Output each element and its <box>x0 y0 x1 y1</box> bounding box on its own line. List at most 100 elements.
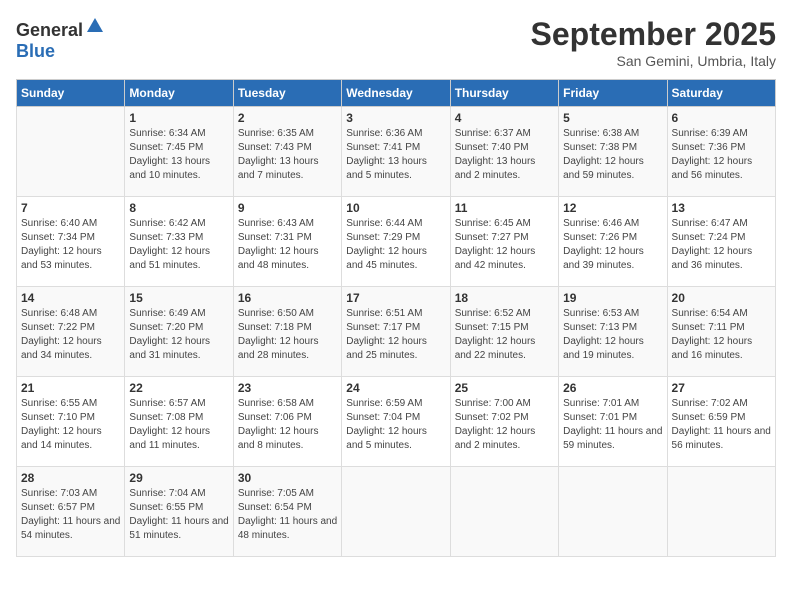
day-info: Sunrise: 7:02 AMSunset: 6:59 PMDaylight:… <box>672 397 771 453</box>
title-area: September 2025 San Gemini, Umbria, Italy <box>531 16 776 69</box>
calendar-body: 1Sunrise: 6:34 AMSunset: 7:45 PMDaylight… <box>17 107 776 557</box>
day-info: Sunrise: 6:39 AMSunset: 7:36 PMDaylight:… <box>672 127 771 183</box>
calendar-cell <box>559 467 667 557</box>
day-header-monday: Monday <box>125 80 233 107</box>
calendar-cell: 25 Sunrise: 7:00 AMSunset: 7:02 PMDayligh… <box>450 377 558 467</box>
day-info: Sunrise: 6:48 AMSunset: 7:22 PMDaylight:… <box>21 307 120 363</box>
day-number: 14 <box>21 291 120 305</box>
day-number: 12 <box>563 201 662 215</box>
calendar-cell: 3 Sunrise: 6:36 AMSunset: 7:41 PMDaylight… <box>342 107 450 197</box>
calendar-week-row: 21 Sunrise: 6:55 AMSunset: 7:10 PMDayligh… <box>17 377 776 467</box>
day-header-saturday: Saturday <box>667 80 775 107</box>
day-info: Sunrise: 6:46 AMSunset: 7:26 PMDaylight:… <box>563 217 662 273</box>
day-number: 2 <box>238 111 337 125</box>
calendar-cell: 20Sunrise: 6:54 AMSunset: 7:11 PMDayligh… <box>667 287 775 377</box>
day-number: 9 <box>238 201 337 215</box>
day-number: 22 <box>129 381 228 395</box>
logo-general: General <box>16 20 83 40</box>
day-info: Sunrise: 6:40 AMSunset: 7:34 PMDaylight:… <box>21 217 120 273</box>
day-info: Sunrise: 6:43 AMSunset: 7:31 PMDaylight:… <box>238 217 337 273</box>
calendar-table: SundayMondayTuesdayWednesdayThursdayFrid… <box>16 79 776 557</box>
calendar-cell: 16 Sunrise: 6:50 AMSunset: 7:18 PMDayligh… <box>233 287 341 377</box>
day-number: 23 <box>238 381 337 395</box>
calendar-cell: 2 Sunrise: 6:35 AMSunset: 7:43 PMDaylight… <box>233 107 341 197</box>
calendar-week-row: 14 Sunrise: 6:48 AMSunset: 7:22 PMDayligh… <box>17 287 776 377</box>
day-info: Sunrise: 6:47 AMSunset: 7:24 PMDaylight:… <box>672 217 771 273</box>
calendar-cell: 27 Sunrise: 7:02 AMSunset: 6:59 PMDayligh… <box>667 377 775 467</box>
calendar-cell: 17Sunrise: 6:51 AMSunset: 7:17 PMDayligh… <box>342 287 450 377</box>
calendar-cell: 26 Sunrise: 7:01 AMSunset: 7:01 PMDayligh… <box>559 377 667 467</box>
day-number: 21 <box>21 381 120 395</box>
calendar-cell: 28Sunrise: 7:03 AMSunset: 6:57 PMDayligh… <box>17 467 125 557</box>
calendar-cell: 29 Sunrise: 7:04 AMSunset: 6:55 PMDayligh… <box>125 467 233 557</box>
day-info: Sunrise: 6:49 AMSunset: 7:20 PMDaylight:… <box>129 307 228 363</box>
day-info: Sunrise: 6:53 AMSunset: 7:13 PMDaylight:… <box>563 307 662 363</box>
day-info: Sunrise: 7:05 AMSunset: 6:54 PMDaylight:… <box>238 487 337 543</box>
day-number: 18 <box>455 291 554 305</box>
day-info: Sunrise: 6:42 AMSunset: 7:33 PMDaylight:… <box>129 217 228 273</box>
day-info: Sunrise: 6:55 AMSunset: 7:10 PMDaylight:… <box>21 397 120 453</box>
day-number: 29 <box>129 471 228 485</box>
calendar-week-row: 1Sunrise: 6:34 AMSunset: 7:45 PMDaylight… <box>17 107 776 197</box>
day-info: Sunrise: 6:34 AMSunset: 7:45 PMDaylight:… <box>129 127 228 183</box>
calendar-cell: 23 Sunrise: 6:58 AMSunset: 7:06 PMDayligh… <box>233 377 341 467</box>
day-info: Sunrise: 7:00 AMSunset: 7:02 PMDaylight:… <box>455 397 554 453</box>
calendar-cell <box>667 467 775 557</box>
calendar-cell: 1Sunrise: 6:34 AMSunset: 7:45 PMDaylight… <box>125 107 233 197</box>
calendar-cell: 6 Sunrise: 6:39 AMSunset: 7:36 PMDaylight… <box>667 107 775 197</box>
day-number: 19 <box>563 291 662 305</box>
day-number: 8 <box>129 201 228 215</box>
header: General Blue September 2025 San Gemini, … <box>16 16 776 69</box>
day-number: 13 <box>672 201 771 215</box>
calendar-cell: 4Sunrise: 6:37 AMSunset: 7:40 PMDaylight… <box>450 107 558 197</box>
day-info: Sunrise: 7:04 AMSunset: 6:55 PMDaylight:… <box>129 487 228 543</box>
day-number: 27 <box>672 381 771 395</box>
day-info: Sunrise: 6:59 AMSunset: 7:04 PMDaylight:… <box>346 397 445 453</box>
calendar-cell <box>17 107 125 197</box>
day-number: 26 <box>563 381 662 395</box>
day-number: 16 <box>238 291 337 305</box>
day-info: Sunrise: 6:51 AMSunset: 7:17 PMDaylight:… <box>346 307 445 363</box>
day-number: 24 <box>346 381 445 395</box>
calendar-cell: 13 Sunrise: 6:47 AMSunset: 7:24 PMDayligh… <box>667 197 775 287</box>
day-number: 11 <box>455 201 554 215</box>
day-header-friday: Friday <box>559 80 667 107</box>
day-number: 3 <box>346 111 445 125</box>
day-info: Sunrise: 7:01 AMSunset: 7:01 PMDaylight:… <box>563 397 662 453</box>
day-info: Sunrise: 6:35 AMSunset: 7:43 PMDaylight:… <box>238 127 337 183</box>
calendar-cell: 7 Sunrise: 6:40 AMSunset: 7:34 PMDaylight… <box>17 197 125 287</box>
day-header-thursday: Thursday <box>450 80 558 107</box>
day-info: Sunrise: 6:36 AMSunset: 7:41 PMDaylight:… <box>346 127 445 183</box>
day-number: 15 <box>129 291 228 305</box>
calendar-cell: 14 Sunrise: 6:48 AMSunset: 7:22 PMDayligh… <box>17 287 125 377</box>
calendar-cell: 10 Sunrise: 6:44 AMSunset: 7:29 PMDayligh… <box>342 197 450 287</box>
day-header-tuesday: Tuesday <box>233 80 341 107</box>
day-header-wednesday: Wednesday <box>342 80 450 107</box>
day-info: Sunrise: 6:57 AMSunset: 7:08 PMDaylight:… <box>129 397 228 453</box>
calendar-cell <box>342 467 450 557</box>
calendar-cell: 30Sunrise: 7:05 AMSunset: 6:54 PMDayligh… <box>233 467 341 557</box>
calendar-week-row: 7 Sunrise: 6:40 AMSunset: 7:34 PMDaylight… <box>17 197 776 287</box>
day-info: Sunrise: 6:52 AMSunset: 7:15 PMDaylight:… <box>455 307 554 363</box>
calendar-cell: 24 Sunrise: 6:59 AMSunset: 7:04 PMDayligh… <box>342 377 450 467</box>
day-number: 10 <box>346 201 445 215</box>
day-info: Sunrise: 7:03 AMSunset: 6:57 PMDaylight:… <box>21 487 120 543</box>
logo: General Blue <box>16 16 105 62</box>
day-info: Sunrise: 6:44 AMSunset: 7:29 PMDaylight:… <box>346 217 445 273</box>
calendar-cell: 15 Sunrise: 6:49 AMSunset: 7:20 PMDayligh… <box>125 287 233 377</box>
day-info: Sunrise: 6:37 AMSunset: 7:40 PMDaylight:… <box>455 127 554 183</box>
calendar-cell: 22 Sunrise: 6:57 AMSunset: 7:08 PMDayligh… <box>125 377 233 467</box>
day-number: 25 <box>455 381 554 395</box>
day-number: 7 <box>21 201 120 215</box>
day-info: Sunrise: 6:50 AMSunset: 7:18 PMDaylight:… <box>238 307 337 363</box>
day-number: 6 <box>672 111 771 125</box>
calendar-header-row: SundayMondayTuesdayWednesdayThursdayFrid… <box>17 80 776 107</box>
calendar-cell <box>450 467 558 557</box>
location-title: San Gemini, Umbria, Italy <box>531 53 776 69</box>
day-info: Sunrise: 6:38 AMSunset: 7:38 PMDaylight:… <box>563 127 662 183</box>
calendar-cell: 9 Sunrise: 6:43 AMSunset: 7:31 PMDaylight… <box>233 197 341 287</box>
day-header-sunday: Sunday <box>17 80 125 107</box>
day-info: Sunrise: 6:58 AMSunset: 7:06 PMDaylight:… <box>238 397 337 453</box>
calendar-cell: 5Sunrise: 6:38 AMSunset: 7:38 PMDaylight… <box>559 107 667 197</box>
calendar-week-row: 28Sunrise: 7:03 AMSunset: 6:57 PMDayligh… <box>17 467 776 557</box>
